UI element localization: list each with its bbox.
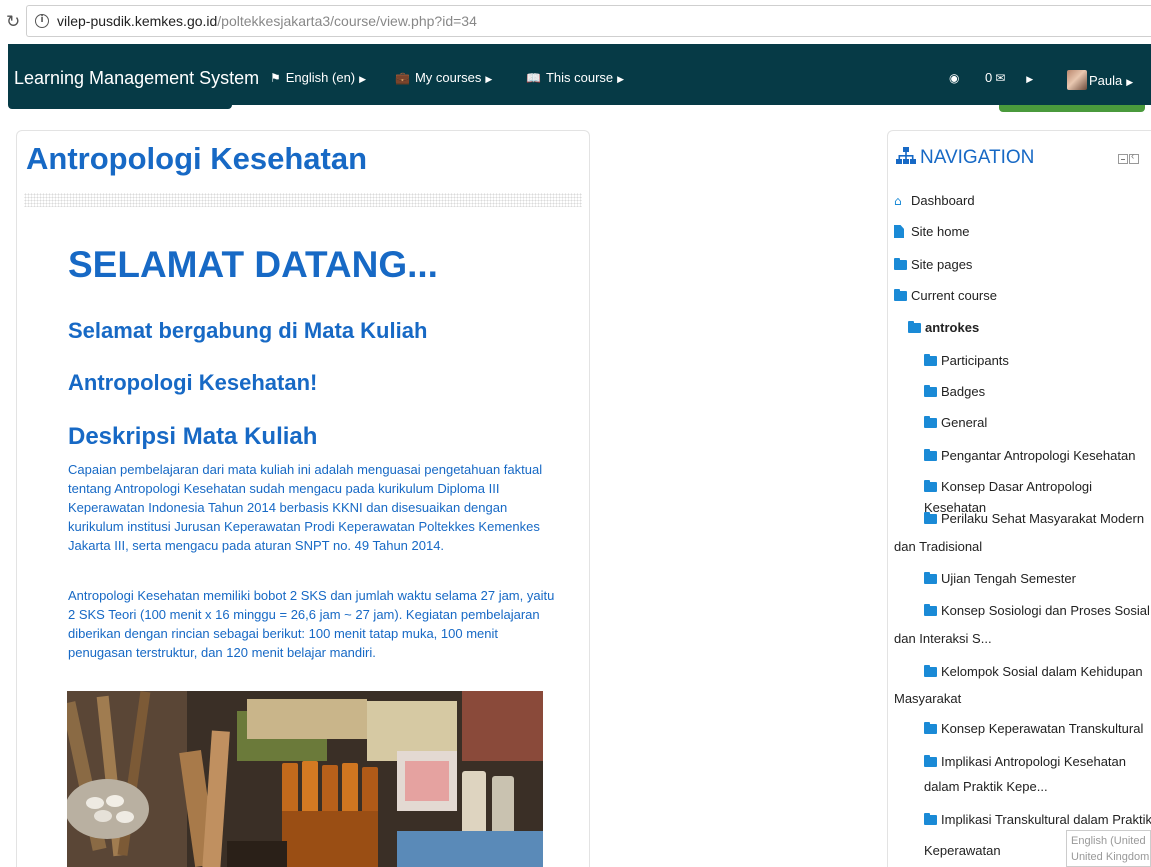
messages-count: 0 bbox=[985, 70, 993, 85]
block-controls bbox=[1117, 151, 1139, 169]
navbar-dropdown-edge bbox=[8, 105, 232, 109]
user-name: Paula bbox=[1089, 73, 1123, 88]
url-host: vilep-pusdik.kemkes.go.id bbox=[57, 13, 218, 29]
navigation-block: NAVIGATION ⌂Dashboard Site home Site pag… bbox=[887, 130, 1151, 867]
nav-item-section[interactable]: Perilaku Sehat Masyarakat Modern bbox=[924, 508, 1144, 529]
url-field[interactable]: i vilep-pusdik.kemkes.go.id/poltekkesjak… bbox=[26, 5, 1151, 37]
caret-right-icon: ▶ bbox=[1026, 75, 1034, 85]
url-text: vilep-pusdik.kemkes.go.id/poltekkesjakar… bbox=[57, 13, 477, 29]
top-navbar: Learning Management System ⚑ English (en)… bbox=[8, 44, 1151, 105]
nav-item-section[interactable]: Konsep Sosiologi dan Proses Sosial bbox=[924, 600, 1150, 621]
navigation-title: NAVIGATION bbox=[920, 147, 1035, 168]
description-paragraph-1: Capaian pembelajaran dari mata kuliah in… bbox=[68, 462, 543, 553]
flag-icon: ⚑ bbox=[270, 71, 281, 85]
nav-item-section[interactable]: Implikasi Antropologi Kesehatan bbox=[924, 751, 1126, 772]
folder-icon bbox=[924, 813, 937, 825]
description-heading: Deskripsi Mata Kuliah bbox=[68, 423, 318, 450]
nav-item-site-pages[interactable]: Site pages bbox=[894, 254, 972, 275]
title-divider bbox=[24, 193, 582, 207]
reload-icon[interactable]: ↻ bbox=[6, 12, 20, 32]
navigation-header: NAVIGATION bbox=[896, 147, 1034, 169]
caret-right-icon: ▶ bbox=[1126, 78, 1134, 88]
folder-icon bbox=[924, 449, 937, 461]
browser-address-bar: ↻ i vilep-pusdik.kemkes.go.id/poltekkesj… bbox=[0, 0, 1151, 44]
messages-button[interactable]: 0 ✉ ▶ bbox=[985, 70, 1033, 85]
folder-icon bbox=[894, 258, 907, 270]
nav-item-badges[interactable]: Badges bbox=[924, 381, 985, 402]
page-title: Antropologi Kesehatan bbox=[26, 141, 368, 176]
folder-icon bbox=[924, 722, 937, 734]
nav-item-section[interactable]: Konsep Keperawatan Transkultural bbox=[924, 718, 1143, 739]
herbal-market-illustration bbox=[67, 691, 543, 867]
home-icon: ⌂ bbox=[894, 194, 902, 208]
welcome-subtitle-2: Antropologi Kesehatan! bbox=[68, 370, 318, 395]
book-icon: 📖 bbox=[526, 71, 541, 85]
dock-icon[interactable] bbox=[1129, 151, 1139, 164]
folder-icon bbox=[924, 385, 937, 397]
nav-item-section-continued[interactable]: dan Tradisional bbox=[894, 536, 982, 557]
folder-icon bbox=[924, 512, 937, 524]
nav-item-current-course[interactable]: Current course bbox=[894, 285, 997, 306]
nav-item-site-home[interactable]: Site home bbox=[894, 221, 970, 242]
nav-item-section[interactable]: Pengantar Antropologi Kesehatan bbox=[924, 445, 1135, 466]
sitemap-icon bbox=[896, 147, 916, 164]
folder-open-icon bbox=[908, 321, 921, 333]
nav-item-section-continued[interactable]: Masyarakat bbox=[894, 688, 961, 709]
welcome-heading: SELAMAT DATANG... bbox=[68, 244, 438, 285]
welcome-subtitle-1: Selamat bergabung di Mata Kuliah bbox=[68, 318, 428, 343]
nav-item-participants[interactable]: Participants bbox=[924, 350, 1009, 371]
folder-open-icon bbox=[894, 289, 907, 301]
envelope-icon: ✉ bbox=[995, 71, 1006, 85]
notifications-button[interactable]: ◉ bbox=[949, 70, 964, 85]
folder-icon bbox=[924, 480, 937, 492]
language-label: English (en) bbox=[285, 70, 356, 85]
folder-icon bbox=[924, 665, 937, 677]
bell-icon: ◉ bbox=[949, 71, 960, 85]
user-menu[interactable]: Paula ▶ bbox=[1067, 70, 1133, 90]
language-tooltip: English (United United Kingdom bbox=[1066, 830, 1151, 867]
action-button-edge[interactable] bbox=[999, 105, 1145, 112]
folder-icon bbox=[924, 572, 937, 584]
my-courses-label: My courses bbox=[414, 70, 482, 85]
nav-item-general[interactable]: General bbox=[924, 412, 987, 433]
course-content-panel: Antropologi Kesehatan SELAMAT DATANG... … bbox=[16, 130, 590, 867]
url-path: /poltekkesjakarta3/course/view.php?id=34 bbox=[217, 13, 477, 29]
nav-item-course-antrokes[interactable]: antrokes bbox=[908, 317, 979, 338]
tooltip-line: United Kingdom bbox=[1071, 851, 1150, 863]
description-paragraph-2: Antropologi Kesehatan memiliki bobot 2 S… bbox=[68, 588, 555, 660]
avatar bbox=[1067, 70, 1087, 90]
course-image bbox=[67, 691, 543, 867]
this-course-menu[interactable]: 📖 This course ▶ bbox=[526, 70, 624, 85]
nav-item-section[interactable]: Implikasi Transkultural dalam Praktik bbox=[924, 809, 1151, 830]
language-menu[interactable]: ⚑ English (en) ▶ bbox=[270, 70, 366, 85]
collapse-icon[interactable] bbox=[1118, 154, 1128, 164]
nav-item-section-continued[interactable]: Keperawatan bbox=[924, 840, 1001, 861]
folder-icon bbox=[924, 354, 937, 366]
caret-right-icon: ▶ bbox=[359, 75, 367, 85]
file-icon bbox=[894, 225, 904, 238]
tooltip-line: English (United bbox=[1071, 835, 1146, 847]
info-icon[interactable]: i bbox=[35, 14, 49, 28]
folder-icon bbox=[924, 604, 937, 616]
this-course-label: This course bbox=[545, 70, 614, 85]
nav-item-dashboard[interactable]: ⌂ Dashboard bbox=[894, 190, 975, 212]
nav-item-section-continued[interactable]: dan Interaksi S... bbox=[894, 628, 992, 649]
nav-item-section[interactable]: Kelompok Sosial dalam Kehidupan bbox=[924, 661, 1143, 682]
caret-right-icon: ▶ bbox=[617, 75, 625, 85]
briefcase-icon: 💼 bbox=[395, 71, 410, 85]
nav-item-section[interactable]: Ujian Tengah Semester bbox=[924, 568, 1076, 589]
folder-icon bbox=[924, 755, 937, 767]
caret-right-icon: ▶ bbox=[485, 75, 493, 85]
site-brand[interactable]: Learning Management System bbox=[14, 68, 259, 89]
my-courses-menu[interactable]: 💼 My courses ▶ bbox=[395, 70, 492, 85]
nav-item-section-continued[interactable]: dalam Praktik Kepe... bbox=[924, 776, 1048, 797]
folder-icon bbox=[924, 416, 937, 428]
